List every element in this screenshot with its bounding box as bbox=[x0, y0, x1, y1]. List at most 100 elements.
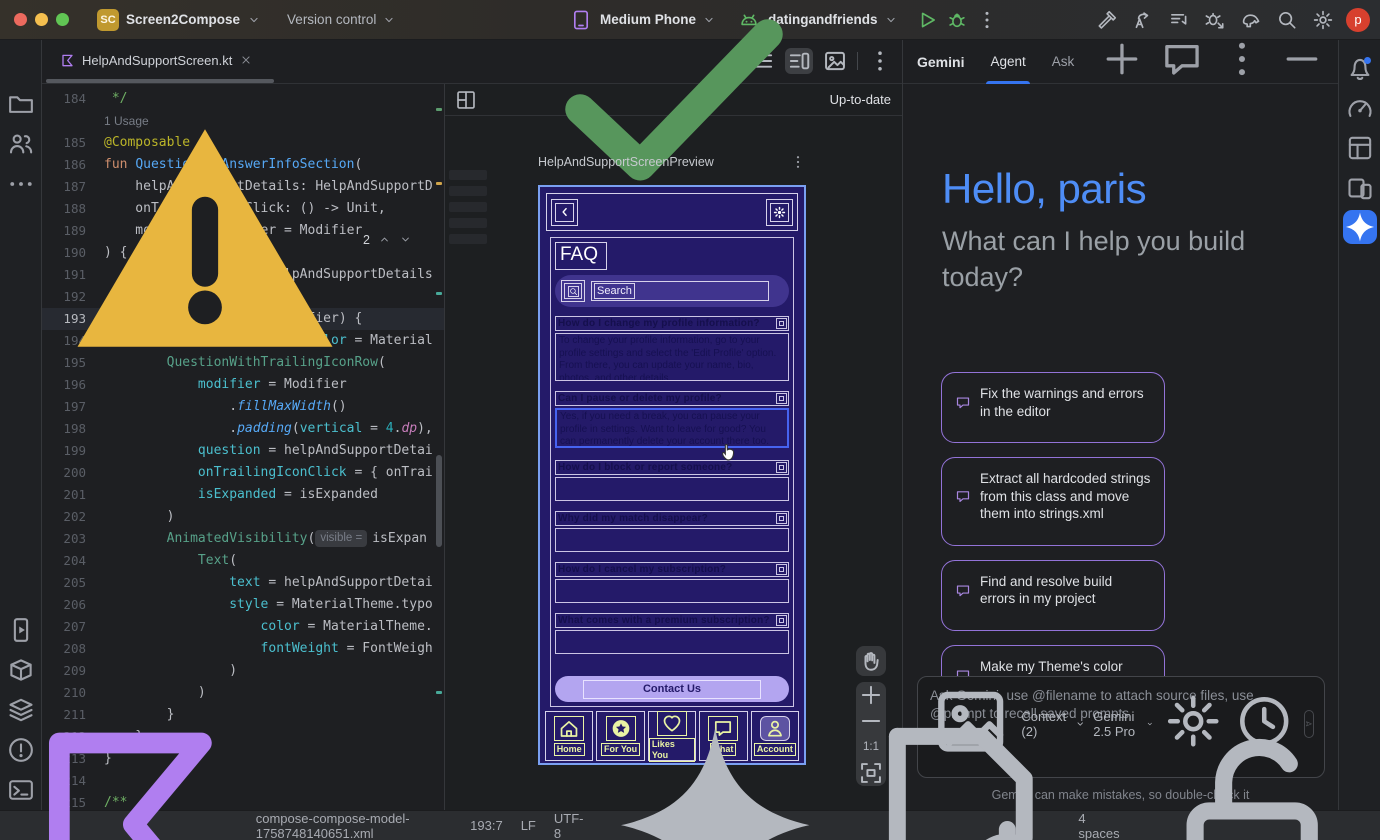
search-bar: Search bbox=[555, 275, 789, 307]
vcs-label: Version control bbox=[287, 12, 376, 27]
preview-faq-answer: To change your profile information, go t… bbox=[555, 333, 789, 381]
chevron-down-icon bbox=[382, 13, 396, 27]
code-editor[interactable]: 184 */1 Usage185@Composable186fun Questi… bbox=[42, 84, 444, 810]
expand-toggle-icon bbox=[776, 615, 787, 626]
gemini-panel: Gemini Agent Ask Hello, paris What can I… bbox=[902, 40, 1338, 810]
status-bar: compose-compose-model-1758748140651.xml … bbox=[0, 810, 1380, 840]
phone-preview[interactable]: FAQ Search How do I change my profile in… bbox=[538, 185, 806, 765]
preview-faq-question: How do I change my profile information? bbox=[555, 316, 789, 331]
code-line: 204 Text( bbox=[42, 550, 444, 572]
horizontal-scrollbar[interactable] bbox=[46, 79, 274, 83]
back-button bbox=[551, 199, 578, 226]
search-everywhere-icon[interactable] bbox=[1276, 9, 1298, 31]
inspections-widget[interactable]: 2 bbox=[55, 88, 412, 391]
search-icon bbox=[568, 286, 579, 297]
more-actions-icon[interactable] bbox=[976, 9, 998, 31]
tab-ask[interactable]: Ask bbox=[1052, 40, 1075, 84]
preview-toolbar: Up-to-date bbox=[445, 84, 903, 116]
back-chevron-icon bbox=[559, 206, 571, 218]
file-encoding[interactable]: UTF-8 bbox=[554, 811, 584, 840]
attach-debugger-icon[interactable] bbox=[1204, 9, 1226, 31]
close-icon[interactable] bbox=[239, 53, 253, 67]
zoom-in-button[interactable] bbox=[856, 682, 886, 708]
ui-check-icon[interactable] bbox=[455, 89, 477, 111]
more-tool-windows-icon[interactable] bbox=[7, 170, 35, 198]
preview-faq-question: How do I cancel my subscription? bbox=[555, 562, 789, 577]
pan-tool-button[interactable] bbox=[856, 646, 886, 676]
code-line: 210 ) bbox=[42, 682, 444, 704]
conversations-icon[interactable] bbox=[1160, 37, 1204, 86]
running-devices-icon[interactable] bbox=[7, 616, 35, 644]
project-logo: SC bbox=[97, 9, 119, 31]
build-icon[interactable] bbox=[7, 656, 35, 684]
settings-button bbox=[766, 199, 793, 226]
code-line: 203 AnimatedVisibility(visible =isExpan bbox=[42, 528, 444, 550]
search-input: Search bbox=[594, 283, 635, 299]
people-icon[interactable] bbox=[7, 130, 35, 158]
debug-icon[interactable] bbox=[946, 9, 968, 31]
code-line: 202 ) bbox=[42, 506, 444, 528]
code-line: 199 question = helpAndSupportDetai bbox=[42, 440, 444, 462]
gemini-icon[interactable] bbox=[1343, 210, 1377, 244]
gemini-suggestion-chip[interactable]: Fix the warnings and errors in the edito… bbox=[941, 372, 1165, 443]
preview-faq-answer bbox=[555, 630, 789, 654]
build-run-icon[interactable] bbox=[1096, 9, 1118, 31]
line-separator[interactable]: LF bbox=[521, 818, 536, 833]
preview-faq-answer: Yes, if you need a break, you can pause … bbox=[555, 408, 789, 448]
prev-problem-icon[interactable] bbox=[378, 233, 391, 246]
editor-scrollbar[interactable] bbox=[434, 84, 444, 810]
expand-toggle-icon bbox=[776, 513, 787, 524]
quick-actions-icon[interactable] bbox=[1132, 9, 1154, 31]
hide-panel-icon[interactable] bbox=[1280, 37, 1324, 86]
new-chat-icon[interactable] bbox=[1100, 37, 1144, 86]
status-file: compose-compose-model-1758748140651.xml bbox=[12, 706, 470, 840]
tab-agent[interactable]: Agent bbox=[990, 40, 1025, 84]
code-line: 209 ) bbox=[42, 660, 444, 682]
warning-icon bbox=[55, 88, 355, 391]
device-mirror-icon[interactable] bbox=[1346, 174, 1374, 202]
layout-inspector-icon[interactable] bbox=[1346, 134, 1374, 162]
vcs-widget[interactable]: Version control bbox=[287, 12, 396, 27]
code-line: 201 isExpanded = isExpanded bbox=[42, 484, 444, 506]
gemini-status-icon[interactable] bbox=[601, 711, 829, 840]
gradle-sync-icon[interactable] bbox=[1240, 9, 1262, 31]
zoom-window-button[interactable] bbox=[56, 13, 69, 26]
project-widget[interactable]: SC Screen2Compose bbox=[97, 9, 261, 31]
editor-tab[interactable]: HelpAndSupportScreen.kt bbox=[48, 40, 265, 80]
kotlin-file-icon bbox=[60, 53, 75, 68]
code-line: 198 .padding(vertical = 4.dp), bbox=[42, 418, 444, 440]
gemini-suggestion-chip[interactable]: Extract all hardcoded strings from this … bbox=[941, 457, 1165, 546]
panel-title: Gemini bbox=[917, 54, 964, 70]
panel-options-icon[interactable] bbox=[1220, 37, 1264, 86]
settings-icon[interactable] bbox=[1312, 9, 1334, 31]
project-folder-icon[interactable] bbox=[7, 90, 35, 118]
minimize-window-button[interactable] bbox=[35, 13, 48, 26]
caret-position[interactable]: 193:7 bbox=[470, 818, 503, 833]
right-tool-strip bbox=[1338, 40, 1380, 810]
notifications-icon[interactable] bbox=[1346, 54, 1374, 82]
warning-count: 2 bbox=[363, 233, 370, 247]
gear-icon bbox=[773, 206, 786, 219]
preview-options-icon[interactable] bbox=[790, 154, 806, 170]
chevron-down-icon bbox=[247, 13, 261, 27]
contact-us-button: Contact Us bbox=[555, 676, 789, 702]
greeting-subtitle: What can I help you build today? bbox=[942, 223, 1272, 296]
faq-heading: FAQ bbox=[555, 242, 607, 270]
user-avatar[interactable]: p bbox=[1346, 8, 1370, 32]
close-window-button[interactable] bbox=[14, 13, 27, 26]
greeting-title: Hello, paris bbox=[942, 165, 1272, 213]
task-list-icon[interactable] bbox=[1168, 9, 1190, 31]
preview-faq-question: How do I block or report someone? bbox=[555, 460, 789, 475]
preview-faq-answer bbox=[555, 528, 789, 552]
next-problem-icon[interactable] bbox=[399, 233, 412, 246]
lock-open-icon[interactable] bbox=[1138, 711, 1366, 840]
preview-gutter bbox=[449, 170, 487, 250]
window-controls[interactable] bbox=[14, 13, 69, 26]
indent-widget[interactable]: 4 spaces bbox=[848, 711, 1120, 840]
run-icon[interactable] bbox=[916, 9, 938, 31]
hand-icon bbox=[856, 648, 886, 674]
profiler-icon[interactable] bbox=[1346, 94, 1374, 122]
preview-faq-question: What comes with a premium subscription? bbox=[555, 613, 789, 628]
gemini-suggestion-chip[interactable]: Find and resolve build errors in my proj… bbox=[941, 560, 1165, 631]
preview-faq-answer bbox=[555, 579, 789, 603]
